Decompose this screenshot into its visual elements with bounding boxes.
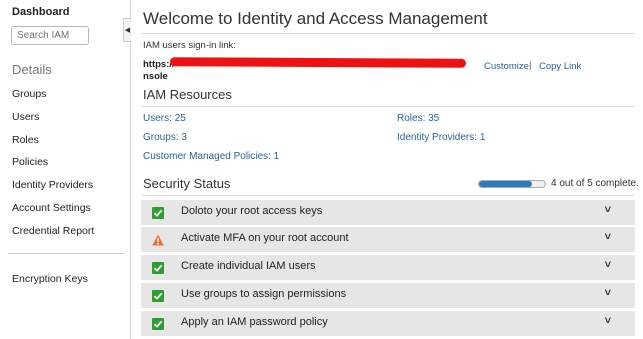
security-item-password-policy[interactable]: Apply an IAM password policy ˅ bbox=[141, 311, 635, 338]
signin-link-label: IAM users sign-in link: bbox=[143, 40, 236, 51]
dashboard-link[interactable]: Dashboard bbox=[12, 6, 69, 18]
customer-policies-count-link[interactable]: Customer Managed Policies: 1 bbox=[143, 151, 279, 162]
chevron-down-icon[interactable]: ˅ bbox=[605, 204, 611, 216]
redaction-mark bbox=[169, 57, 467, 68]
collapse-sidebar-button[interactable]: ◀ bbox=[123, 18, 131, 42]
warning-icon bbox=[152, 234, 164, 246]
sidebar-divider bbox=[8, 253, 124, 254]
security-progress-fill bbox=[479, 181, 532, 187]
security-item-label: Activate MFA on your root account bbox=[181, 232, 349, 244]
resources-divider bbox=[141, 106, 635, 107]
security-item-groups[interactable]: Use groups to assign permissions ˅ bbox=[141, 283, 635, 310]
chevron-down-icon[interactable]: ˅ bbox=[605, 231, 611, 243]
chevron-down-icon[interactable]: ˅ bbox=[605, 315, 611, 327]
sidebar-item-groups[interactable]: Groups bbox=[12, 88, 46, 100]
chevron-down-icon[interactable]: ˅ bbox=[605, 287, 611, 299]
link-separator: | bbox=[529, 60, 532, 71]
security-item-label: Apply an IAM password policy bbox=[181, 316, 328, 328]
sidebar-item-account-settings[interactable]: Account Settings bbox=[12, 202, 91, 214]
sidebar-item-credential-report[interactable]: Credential Report bbox=[12, 225, 94, 237]
search-input[interactable] bbox=[11, 26, 89, 45]
security-item-label: Create individual IAM users bbox=[181, 260, 316, 272]
security-item-mfa[interactable]: Activate MFA on your root account ˅ bbox=[141, 227, 635, 254]
check-icon bbox=[152, 207, 164, 219]
sidebar-item-encryption-keys[interactable]: Encryption Keys bbox=[12, 273, 88, 285]
security-status-heading: Security Status bbox=[143, 176, 231, 191]
security-progress-bar bbox=[478, 180, 546, 188]
page-title: Welcome to Identity and Access Managemen… bbox=[143, 9, 488, 28]
check-icon bbox=[152, 318, 164, 330]
sidebar: Dashboard Details Groups Users Roles Pol… bbox=[0, 0, 131, 339]
identity-providers-count-link[interactable]: Identity Providers: 1 bbox=[397, 132, 485, 143]
title-divider bbox=[141, 33, 635, 34]
sidebar-item-users[interactable]: Users bbox=[12, 111, 39, 123]
sidebar-item-roles[interactable]: Roles bbox=[12, 134, 39, 146]
security-item-label: Doloto your root access keys bbox=[181, 205, 323, 217]
security-item-root-keys[interactable]: Doloto your root access keys ˅ bbox=[141, 200, 635, 227]
check-icon bbox=[152, 262, 164, 274]
security-progress-text: 4 out of 5 complete. bbox=[551, 178, 639, 189]
chevron-left-icon: ◀ bbox=[124, 27, 131, 34]
sidebar-item-identity-providers[interactable]: Identity Providers bbox=[12, 179, 93, 191]
security-item-label: Use groups to assign permissions bbox=[181, 288, 347, 300]
groups-count-link[interactable]: Groups: 3 bbox=[143, 132, 187, 143]
check-icon bbox=[152, 290, 164, 302]
security-divider bbox=[141, 195, 635, 196]
users-count-link[interactable]: Users: 25 bbox=[143, 113, 186, 124]
roles-count-link[interactable]: Roles: 35 bbox=[397, 113, 439, 124]
signin-url-suffix[interactable]: nsole bbox=[143, 71, 168, 82]
details-heading: Details bbox=[12, 62, 52, 77]
iam-resources-heading: IAM Resources bbox=[143, 87, 232, 102]
copy-link[interactable]: Copy Link bbox=[539, 61, 581, 72]
customize-link[interactable]: Customize bbox=[484, 61, 529, 72]
sidebar-item-policies[interactable]: Policies bbox=[12, 156, 48, 168]
security-item-iam-users[interactable]: Create individual IAM users ˅ bbox=[141, 255, 635, 282]
chevron-down-icon[interactable]: ˅ bbox=[605, 259, 611, 271]
